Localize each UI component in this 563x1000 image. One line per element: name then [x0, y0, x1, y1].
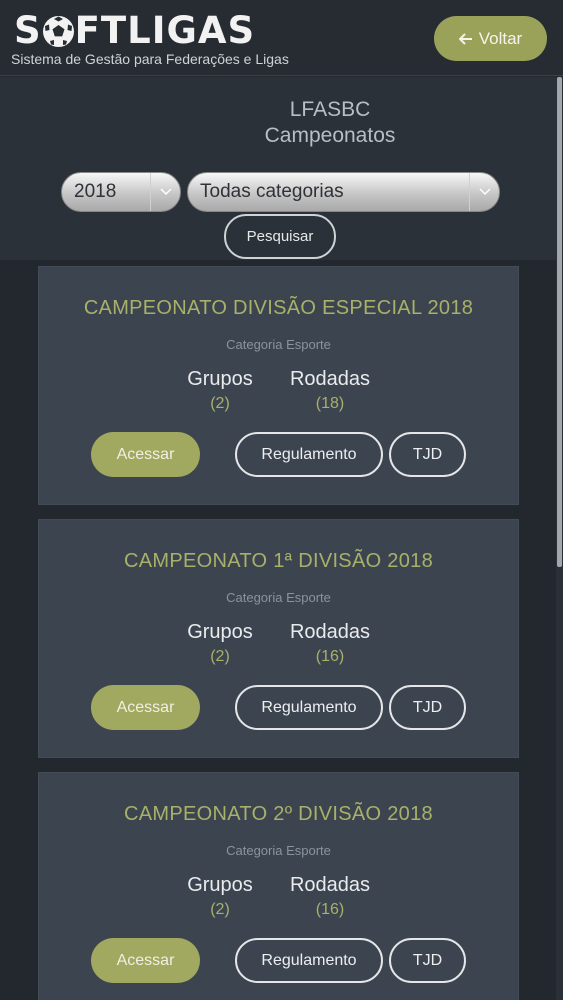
rounds-count: (16) — [315, 901, 345, 918]
groups-stat: Grupos (2) — [175, 368, 265, 413]
search-button[interactable]: Pesquisar — [224, 214, 336, 259]
rounds-label: Rodadas — [289, 368, 371, 390]
access-button[interactable]: Acessar — [91, 432, 200, 477]
regulation-button[interactable]: Regulamento — [235, 432, 383, 477]
groups-count: (2) — [210, 901, 230, 918]
category-select-value: Todas categorias — [200, 181, 344, 202]
rounds-stat: Rodadas (18) — [285, 368, 375, 413]
back-button-label: Voltar — [478, 28, 523, 48]
rounds-stat: Rodadas (16) — [285, 621, 375, 666]
regulation-button[interactable]: Regulamento — [235, 938, 383, 983]
logo-text-start: S — [14, 9, 42, 52]
championship-title: CAMPEONATO 2º DIVISÃO 2018 — [124, 803, 433, 825]
app-subtitle: Sistema de Gestão para Federações e Liga… — [11, 51, 289, 67]
championship-category: Categoria Esporte — [226, 590, 331, 605]
chevron-down-icon — [150, 173, 180, 211]
championship-title: CAMPEONATO DIVISÃO ESPECIAL 2018 — [83, 297, 474, 319]
championship-card: CAMPEONATO 2º DIVISÃO 2018 Categoria Esp… — [38, 772, 519, 1000]
championship-category: Categoria Esporte — [226, 337, 331, 352]
access-button[interactable]: Acessar — [91, 938, 200, 983]
app-header: S FTLIGAS Sistema de Gestão para Federaç… — [0, 0, 563, 76]
championship-category: Categoria Esporte — [226, 843, 331, 858]
page-title: Campeonatos — [264, 124, 396, 147]
chevron-down-icon — [469, 173, 499, 211]
groups-label: Grupos — [187, 621, 253, 643]
access-button[interactable]: Acessar — [91, 685, 200, 730]
rounds-stat: Rodadas (16) — [285, 874, 375, 919]
rounds-count: (18) — [315, 395, 345, 412]
soccer-ball-icon — [42, 15, 74, 47]
logo-text-end: FTLIGAS — [74, 9, 256, 52]
year-select[interactable]: 2018 — [61, 172, 181, 212]
vertical-scrollbar[interactable] — [556, 77, 563, 1000]
tjd-button[interactable]: TJD — [389, 432, 466, 477]
groups-stat: Grupos (2) — [175, 621, 265, 666]
groups-count: (2) — [210, 395, 230, 412]
groups-label: Grupos — [187, 368, 253, 390]
softligas-logo: S FTLIGAS — [14, 10, 255, 52]
organization-name: LFASBC — [289, 98, 371, 121]
championship-card: CAMPEONATO DIVISÃO ESPECIAL 2018 Categor… — [38, 266, 519, 505]
rounds-count: (16) — [315, 648, 345, 665]
groups-count: (2) — [210, 648, 230, 665]
championship-title: CAMPEONATO 1ª DIVISÃO 2018 — [123, 550, 433, 572]
tjd-button[interactable]: TJD — [389, 685, 466, 730]
scrollbar-thumb[interactable] — [557, 77, 562, 567]
category-select[interactable]: Todas categorias — [187, 172, 500, 212]
year-select-value: 2018 — [74, 181, 117, 202]
tjd-button[interactable]: TJD — [389, 938, 466, 983]
groups-stat: Grupos (2) — [175, 874, 265, 919]
groups-label: Grupos — [187, 874, 253, 896]
arrow-left-icon — [458, 32, 472, 45]
regulation-button[interactable]: Regulamento — [235, 685, 383, 730]
championship-card: CAMPEONATO 1ª DIVISÃO 2018 Categoria Esp… — [38, 519, 519, 758]
rounds-label: Rodadas — [289, 874, 371, 896]
back-button[interactable]: Voltar — [434, 16, 547, 61]
rounds-label: Rodadas — [289, 621, 371, 643]
